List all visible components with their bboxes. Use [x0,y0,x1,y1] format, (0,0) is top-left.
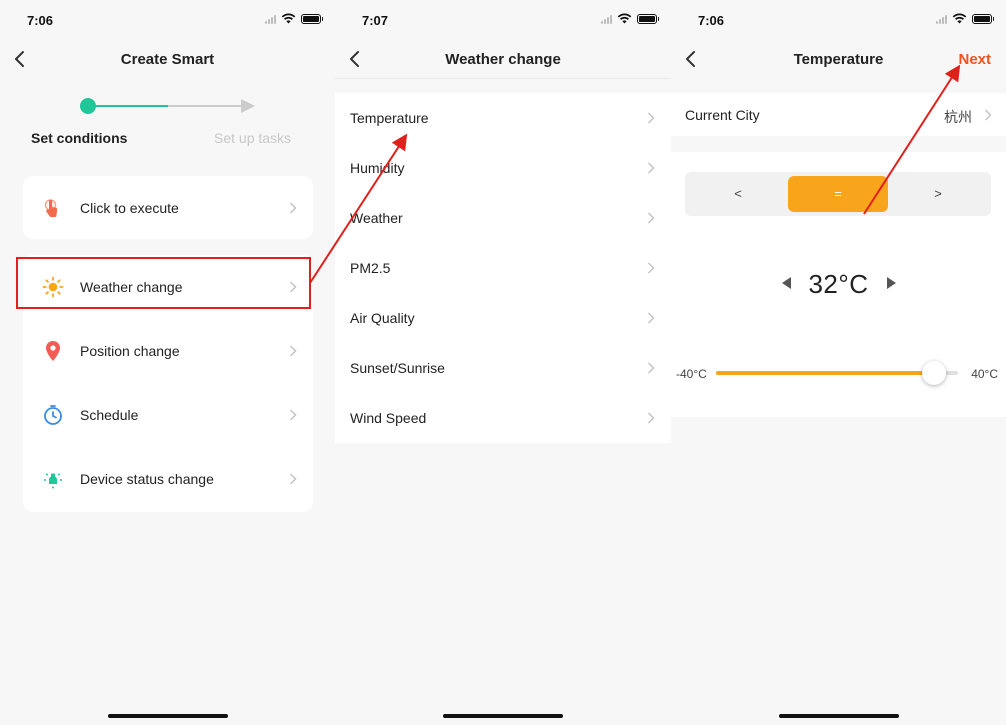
list-item-label: Humidity [350,160,405,176]
operator-greater-than[interactable]: > [888,176,988,212]
list-item-label: Wind Speed [350,410,427,426]
signal-icon [265,14,276,24]
step-label-set-up-tasks: Set up tasks [214,130,292,146]
nav-bar: Weather change [335,40,671,78]
page-title: Weather change [445,51,561,68]
temperature-value: 32°C [808,269,869,299]
signal-icon [936,14,947,24]
list-item-weather[interactable]: Weather [335,193,671,243]
condition-label: Position change [80,343,180,359]
step-line-done [94,105,168,107]
temperature-slider[interactable] [716,361,958,385]
list-item-temperature[interactable]: Temperature [335,93,671,143]
status-time: 7:06 [27,13,54,28]
step-dot-current [80,98,96,114]
screen-create-smart: 7:06 Create Smart Set conditions Set up … [0,0,335,725]
status-bar-icons [936,13,994,24]
location-pin-icon [46,341,60,361]
slider-max-label: 40°C [971,367,998,381]
slider-min-label: -40°C [676,367,707,381]
battery-icon [637,13,659,24]
operator-less-than[interactable]: < [688,176,788,212]
nav-bar: Create Smart [0,40,335,78]
operator-equal[interactable]: = [788,176,888,212]
current-city-row[interactable]: Current City 杭州 [671,93,1006,136]
condition-device-status-change[interactable]: Device status change [23,447,313,511]
list-item-pm25[interactable]: PM2.5 [335,243,671,293]
screen-weather-change: 7:07 Weather change Temperature Humidity… [335,0,671,725]
nav-divider [335,78,671,79]
list-item-sunset-sunrise[interactable]: Sunset/Sunrise [335,343,671,393]
step-arrow-icon [241,99,255,113]
slider-thumb[interactable] [921,361,946,385]
weather-condition-list: Temperature Humidity Weather PM2.5 Air Q… [335,93,671,443]
clock-icon [44,405,62,425]
chevron-right-icon [290,202,297,214]
step-label-set-conditions: Set conditions [31,130,128,146]
condition-label: Device status change [80,471,214,487]
list-item-label: Temperature [350,110,429,126]
list-item-wind-speed[interactable]: Wind Speed [335,393,671,443]
battery-icon [301,13,323,24]
list-item-label: Sunset/Sunrise [350,360,445,376]
battery-icon [972,13,994,24]
operator-segmented-control: < = > [685,172,991,216]
chevron-right-icon [648,212,655,224]
list-item-label: PM2.5 [350,260,391,276]
condition-schedule[interactable]: Schedule [23,383,313,447]
annotation-highlight-box [16,257,311,309]
current-city-label: Current City [685,107,760,123]
status-time: 7:06 [698,13,725,28]
current-city-value: 杭州 [944,109,972,125]
progress-stepper [0,96,335,116]
temperature-panel: < = > 32°C -40°C 40°C [671,152,1006,417]
wifi-icon [281,13,296,24]
chevron-right-icon [648,112,655,124]
condition-click-to-execute[interactable]: Click to execute [23,176,313,240]
chevron-right-icon [648,262,655,274]
chevron-right-icon [648,362,655,374]
chevron-right-icon [648,162,655,174]
home-indicator [107,714,228,718]
chevron-right-icon [290,409,297,421]
manual-card: Click to execute [23,176,313,239]
device-bulb-icon [44,473,62,489]
chevron-right-icon [985,109,992,121]
status-time: 7:07 [362,13,389,28]
chevron-right-icon [648,312,655,324]
slider-fill [716,371,934,375]
screen-temperature: 7:06 Temperature Next Current City 杭州 < … [671,0,1006,725]
temperature-display: 32°C [671,267,1006,301]
list-item-air-quality[interactable]: Air Quality [335,293,671,343]
wifi-icon [952,13,967,24]
status-bar-icons [601,13,659,24]
chevron-right-icon [648,412,655,424]
home-indicator [778,714,899,718]
condition-label: Click to execute [80,200,179,216]
status-bar-icons [265,13,323,24]
list-item-label: Air Quality [350,310,415,326]
nav-bar: Temperature Next [671,40,1006,78]
chevron-right-icon [290,473,297,485]
condition-position-change[interactable]: Position change [23,319,313,383]
list-item-humidity[interactable]: Humidity [335,143,671,193]
chevron-right-icon [290,345,297,357]
signal-icon [601,14,612,24]
page-title: Create Smart [120,51,215,68]
tap-hand-icon [44,199,58,217]
home-indicator [443,714,563,718]
condition-label: Schedule [80,407,139,423]
page-title: Temperature [793,51,884,68]
list-item-label: Weather [350,210,403,226]
step-line-todo [168,105,244,107]
increase-triangle-icon[interactable] [887,277,896,289]
next-button[interactable]: Next [958,51,991,68]
wifi-icon [617,13,632,24]
